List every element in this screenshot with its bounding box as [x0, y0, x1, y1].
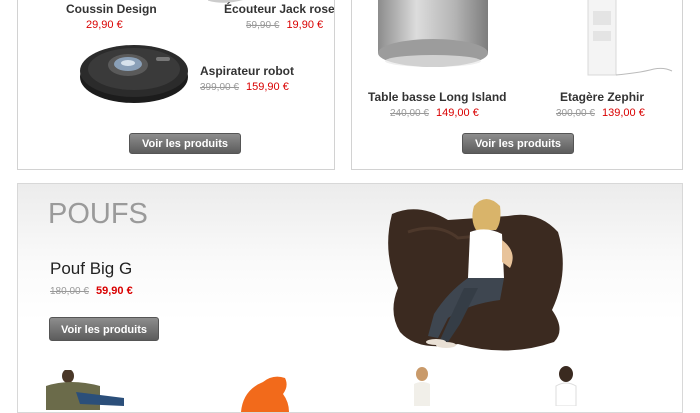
- new-price: 159,90 €: [246, 81, 289, 93]
- old-price: 300,00 €: [556, 108, 595, 119]
- product-name-coussin[interactable]: Coussin Design: [66, 2, 157, 16]
- featured-product-price: 180,00 € 59,90 €: [50, 285, 133, 297]
- shelf-image[interactable]: [584, 0, 674, 81]
- poufs-category-panel: POUFS Pouf Big G 180,00 € 59,90 € Voir l…: [17, 183, 683, 413]
- robot-vacuum-image[interactable]: [76, 39, 192, 105]
- product-price-etagere: 300,00 € 139,00 €: [556, 107, 645, 119]
- beanbag-thumb-image[interactable]: [40, 370, 130, 410]
- new-price: 139,00 €: [602, 107, 645, 119]
- product-price-ecouteur: 59,90 € 19,90 €: [246, 19, 323, 31]
- view-products-button[interactable]: Voir les produits: [462, 133, 574, 154]
- old-price: 59,90 €: [246, 20, 280, 31]
- new-price: 19,90 €: [286, 19, 324, 31]
- product-name-etagere[interactable]: Etagère Zephir: [560, 90, 644, 104]
- old-price: 180,00 €: [50, 286, 89, 297]
- orange-pouf-image[interactable]: [233, 372, 293, 412]
- beanbag-image[interactable]: [378, 192, 578, 362]
- table-image[interactable]: [374, 0, 492, 71]
- view-products-button[interactable]: Voir les produits: [129, 133, 241, 154]
- new-price: 29,90 €: [86, 19, 123, 31]
- person-thumb-image-2[interactable]: [552, 366, 580, 406]
- person-thumb-image[interactable]: [410, 366, 434, 406]
- new-price: 59,90 €: [96, 285, 133, 297]
- product-name-table[interactable]: Table basse Long Island: [368, 90, 506, 104]
- old-price: 399,00 €: [200, 82, 239, 93]
- product-price-aspirateur: 399,00 € 159,90 €: [200, 81, 289, 93]
- view-products-button[interactable]: Voir les produits: [49, 317, 159, 341]
- category-panel-left: Coussin Design 29,90 € Écouteur Jack ros…: [17, 0, 335, 170]
- product-price-table: 240,00 € 149,00 €: [390, 107, 479, 119]
- featured-product-name[interactable]: Pouf Big G: [50, 259, 132, 279]
- product-price-coussin: 29,90 €: [86, 19, 123, 31]
- category-title[interactable]: POUFS: [48, 198, 148, 231]
- category-panel-right: Table basse Long Island 240,00 € 149,00 …: [351, 0, 683, 170]
- product-name-aspirateur[interactable]: Aspirateur robot: [200, 64, 294, 78]
- old-price: 240,00 €: [390, 108, 429, 119]
- new-price: 149,00 €: [436, 107, 479, 119]
- product-name-ecouteur[interactable]: Écouteur Jack rose: [224, 2, 334, 16]
